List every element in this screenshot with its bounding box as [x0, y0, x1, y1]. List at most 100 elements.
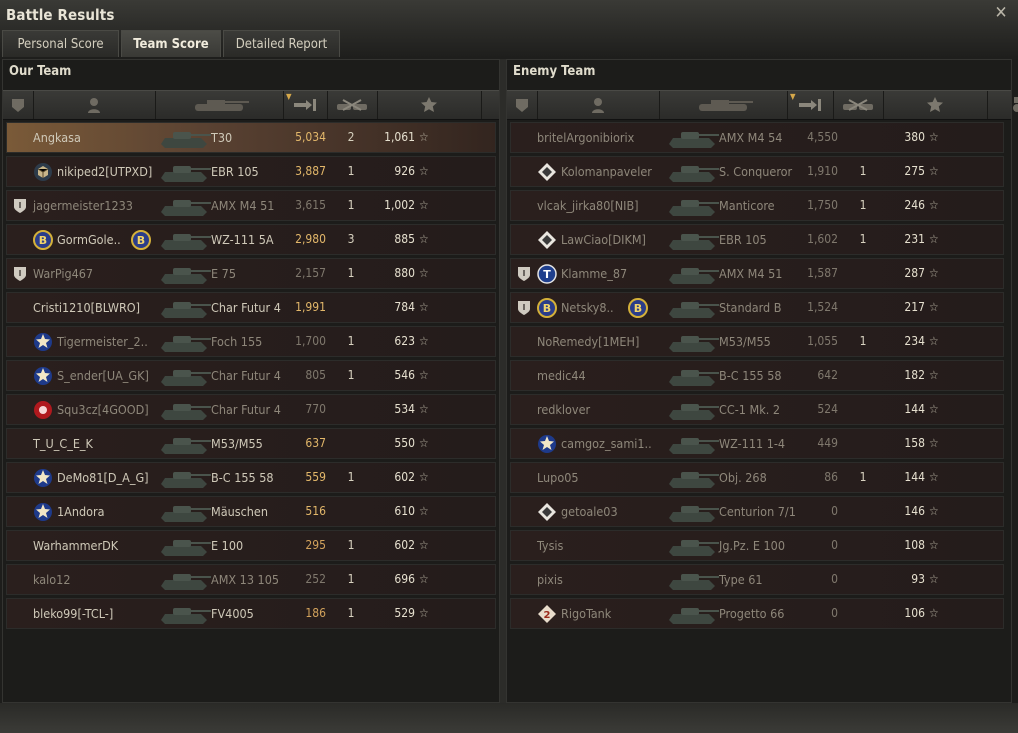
- player-name[interactable]: Angkasa: [33, 123, 81, 152]
- player-row[interactable]: kalo12 AMX 13 105 252 1 696 ☆: [6, 564, 496, 595]
- player-row[interactable]: Tigermeister_2.. Foch 155 1,700 1 623 ☆: [6, 326, 496, 357]
- player-name[interactable]: vlcak_jirka80[NIB]: [537, 191, 639, 220]
- player-row[interactable]: 2 RigoTank Progetto 66 0 106 ☆: [510, 598, 1004, 629]
- column-header-player[interactable]: [33, 91, 156, 119]
- damage-value: 0: [831, 606, 838, 620]
- player-name[interactable]: T_U_C_E_K: [33, 429, 93, 458]
- player-name[interactable]: NoRemedy[1MEH]: [537, 327, 639, 356]
- player-name[interactable]: getoale03: [561, 497, 618, 526]
- player-row[interactable]: bleko99[-TCL-] FV4005 186 1 529 ☆: [6, 598, 496, 629]
- column-header-kills[interactable]: [833, 91, 884, 119]
- player-row[interactable]: WarhammerDK E 100 295 1 602 ☆: [6, 530, 496, 561]
- close-icon[interactable]: ✕: [992, 4, 1010, 22]
- player-row[interactable]: vlcak_jirka80[NIB] Manticore 1,750 1 246 ☆: [510, 190, 1004, 221]
- player-name[interactable]: jagermeister1233: [33, 191, 133, 220]
- player-name[interactable]: Tysis: [537, 531, 563, 560]
- player-row[interactable]: camgoz_sami1.. WZ-111 1-4 449 158 ☆: [510, 428, 1004, 459]
- column-header-medal[interactable]: [987, 91, 1018, 119]
- column-header-damage[interactable]: ▼: [787, 91, 834, 119]
- column-header-kills[interactable]: [327, 91, 378, 119]
- window-footer: [0, 703, 1018, 733]
- star-icon: ☆: [419, 402, 429, 416]
- player-name[interactable]: Klamme_87: [561, 259, 627, 288]
- damage-value: 2,157: [295, 266, 326, 280]
- player-row[interactable]: Cristi1210[BLWRO] Char Futur 4 1,991 784 ☆: [6, 292, 496, 323]
- player-row[interactable]: britelArgonibiorix AMX M4 54 4,550 380 ☆: [510, 122, 1004, 153]
- damage-value: 3,887: [295, 164, 326, 178]
- player-row[interactable]: pixis Type 61 0 93 ☆: [510, 564, 1004, 595]
- player-row[interactable]: DeMo81[D_A_G] B-C 155 58 559 1 602 ☆: [6, 462, 496, 493]
- column-header-xp[interactable]: [883, 91, 988, 119]
- tank-icon: [665, 260, 721, 287]
- column-header-xp[interactable]: [377, 91, 482, 119]
- player-row[interactable]: 1Andora Mäuschen 516 610 ☆: [6, 496, 496, 527]
- player-row[interactable]: Squ3cz[4GOOD] Char Futur 4 770 534 ☆: [6, 394, 496, 425]
- player-row[interactable]: medic44 B-C 155 58 642 182 ☆: [510, 360, 1004, 391]
- tank-icon: [665, 362, 721, 389]
- tank-icon: [665, 498, 721, 525]
- player-row[interactable]: redklover CC-1 Mk. 2 524 144 ☆: [510, 394, 1004, 425]
- column-header-vehicle[interactable]: [659, 91, 788, 119]
- player-name[interactable]: S_ender[UA_GK]: [57, 361, 149, 390]
- player-name[interactable]: Cristi1210[BLWRO]: [33, 293, 140, 322]
- player-row[interactable]: Angkasa T30 5,034 2 1,061 ☆: [6, 122, 496, 153]
- player-name[interactable]: Tigermeister_2..: [57, 327, 148, 356]
- tab-detailed-report[interactable]: Detailed Report: [223, 30, 340, 57]
- player-row[interactable]: B GormGole.. B WZ-111 5A 2,980 3 885 ☆: [6, 224, 496, 255]
- player-row[interactable]: Tysis Jg.Pz. E 100 0 108 ☆: [510, 530, 1004, 561]
- player-name[interactable]: WarhammerDK: [33, 531, 118, 560]
- tab-team-score[interactable]: Team Score: [121, 30, 221, 57]
- player-row[interactable]: getoale03 Centurion 7/1 0 146 ☆: [510, 496, 1004, 527]
- player-row[interactable]: Kolomanpaveler S. Conqueror 1,910 1 275 ☆: [510, 156, 1004, 187]
- kills-value: 1: [347, 334, 355, 348]
- player-name[interactable]: pixis: [537, 565, 563, 594]
- star-icon: ☆: [419, 198, 429, 212]
- player-row[interactable]: T_U_C_E_K M53/M55 637 550 ☆: [6, 428, 496, 459]
- player-row[interactable]: LawCiao[DIKM] EBR 105 1,602 1 231 ☆: [510, 224, 1004, 255]
- player-name[interactable]: DeMo81[D_A_G]: [57, 463, 149, 492]
- kills-value: [853, 293, 873, 322]
- player-row[interactable]: T Klamme_87 AMX M4 51 1,587 287 ☆: [510, 258, 1004, 289]
- tab-personal-score[interactable]: Personal Score: [2, 30, 119, 57]
- player-row[interactable]: NoRemedy[1MEH] M53/M55 1,055 1 234 ☆: [510, 326, 1004, 357]
- star-icon: ☆: [929, 436, 939, 450]
- vehicle-name: Char Futur 4: [211, 402, 281, 417]
- player-row[interactable]: S_ender[UA_GK] Char Futur 4 805 1 546 ☆: [6, 360, 496, 391]
- player-row[interactable]: jagermeister1233 AMX M4 51 3,615 1 1,002 ☆: [6, 190, 496, 221]
- damage-value: 1,602: [807, 232, 838, 246]
- damage-value: 1,587: [807, 266, 838, 280]
- player-name[interactable]: 1Andora: [57, 497, 105, 526]
- kills-value: [853, 565, 873, 594]
- player-name[interactable]: LawCiao[DIKM]: [561, 225, 646, 254]
- column-header-squad[interactable]: [507, 91, 538, 119]
- player-name[interactable]: redklover: [537, 395, 590, 424]
- player-row[interactable]: nikiped2[UTPXD] EBR 105 3,887 1 926 ☆: [6, 156, 496, 187]
- player-name[interactable]: Netsky8..: [561, 293, 614, 322]
- damage-value: 252: [305, 572, 326, 586]
- player-name[interactable]: camgoz_sami1..: [561, 429, 652, 458]
- player-name[interactable]: medic44: [537, 361, 586, 390]
- player-name[interactable]: kalo12: [33, 565, 71, 594]
- tank-icon: [157, 566, 213, 593]
- player-name[interactable]: WarPig467: [33, 259, 93, 288]
- column-header-player[interactable]: [537, 91, 660, 119]
- player-name[interactable]: GormGole..: [57, 225, 121, 254]
- column-header-squad[interactable]: [3, 91, 34, 119]
- column-header-damage[interactable]: ▼: [283, 91, 328, 119]
- player-row[interactable]: B Netsky8.. B Standard B 1,524 217 ☆: [510, 292, 1004, 323]
- battle-results-window: Battle Results ✕ Personal Score Team Sco…: [0, 0, 1018, 733]
- player-row[interactable]: WarPig467 E 75 2,157 1 880 ☆: [6, 258, 496, 289]
- player-name[interactable]: britelArgonibiorix: [537, 123, 634, 152]
- vehicle-name: WZ-111 1-4: [719, 436, 786, 451]
- damage-value: 0: [831, 572, 838, 586]
- xp-value: 623: [394, 334, 415, 348]
- tank-icon: [665, 158, 721, 185]
- player-name[interactable]: RigoTank: [561, 599, 611, 628]
- player-name[interactable]: nikiped2[UTPXD]: [57, 157, 152, 186]
- column-header-vehicle[interactable]: [155, 91, 284, 119]
- player-name[interactable]: bleko99[-TCL-]: [33, 599, 113, 628]
- player-name[interactable]: Kolomanpaveler: [561, 157, 652, 186]
- player-name[interactable]: Lupo05: [537, 463, 579, 492]
- player-name[interactable]: Squ3cz[4GOOD]: [57, 395, 149, 424]
- player-row[interactable]: Lupo05 Obj. 268 86 1 144 ☆: [510, 462, 1004, 493]
